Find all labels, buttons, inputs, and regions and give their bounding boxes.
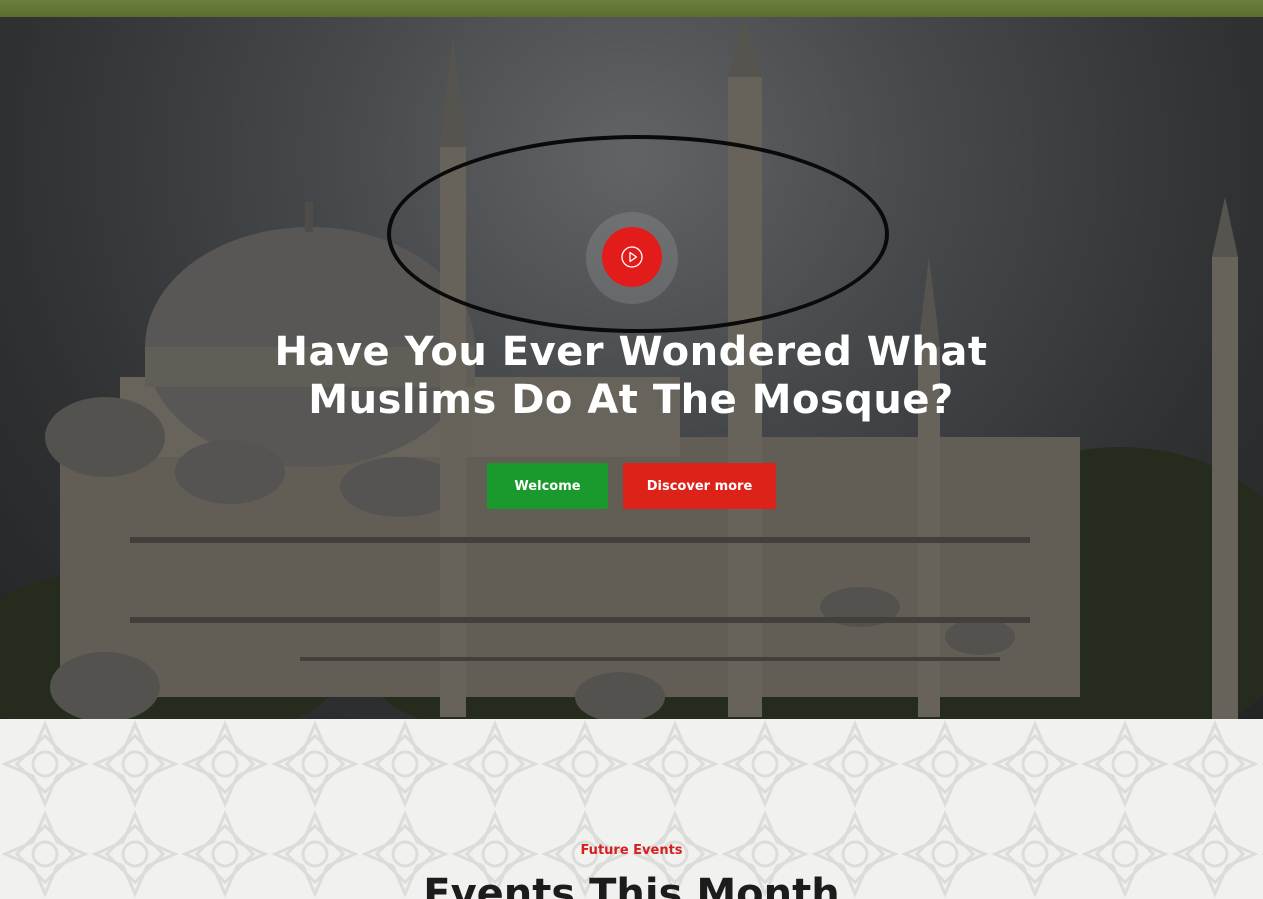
events-kicker: Future Events bbox=[580, 843, 683, 858]
hero-section: Have You Ever Wondered What Muslims Do A… bbox=[0, 17, 1263, 719]
discover-more-button[interactable]: Discover more bbox=[623, 463, 776, 509]
events-title: Events This Month bbox=[423, 871, 840, 899]
play-circle-icon bbox=[621, 246, 643, 268]
play-video-button[interactable] bbox=[602, 227, 662, 287]
hero-title-line2: Muslims Do At The Mosque? bbox=[308, 377, 954, 423]
hero-title-line1: Have You Ever Wondered What bbox=[274, 329, 988, 375]
top-nav-strip bbox=[0, 0, 1263, 17]
events-section: Future Events Events This Month bbox=[0, 719, 1263, 899]
hero-title: Have You Ever Wondered What Muslims Do A… bbox=[231, 328, 1031, 424]
welcome-button[interactable]: Welcome bbox=[487, 463, 608, 509]
